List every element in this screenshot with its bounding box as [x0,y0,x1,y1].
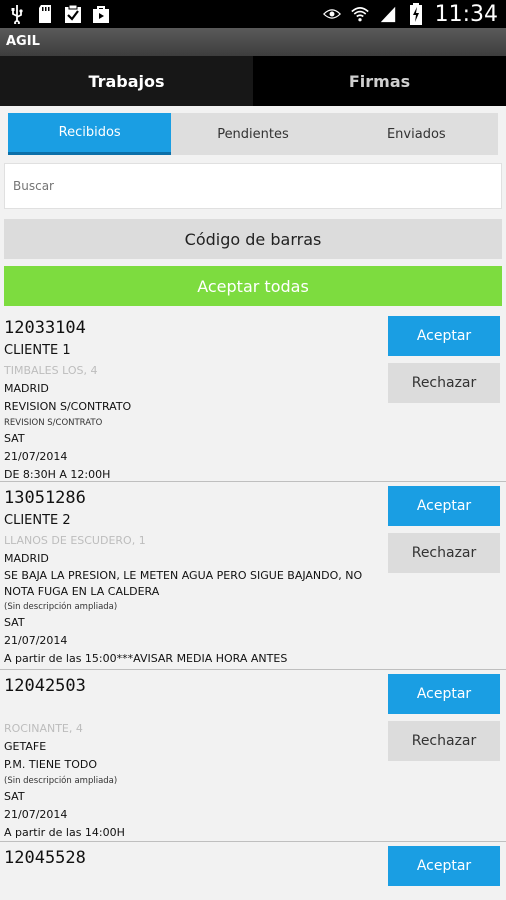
app-title: AGIL [6,34,40,49]
job-schedule: A partir de las 15:00***AVISAR MEDIA HOR… [4,652,288,665]
tab-firmas[interactable]: Firmas [253,56,506,106]
bag-icon [92,4,110,24]
list-item[interactable]: 13051286 CLIENTE 2 LLANOS DE ESCUDERO, 1… [0,482,506,670]
tab-trabajos[interactable]: Trabajos [0,56,253,106]
job-type: SAT [4,432,25,445]
job-date: 21/07/2014 [4,808,68,821]
job-date: 21/07/2014 [4,634,68,647]
signal-icon [379,4,397,24]
clock: 11:34 [434,1,498,27]
job-type: SAT [4,616,25,629]
job-extended-description: (Sin descripción ampliada) [4,776,118,786]
segment-control: Recibidos Pendientes Enviados [8,113,498,155]
job-description: SE BAJA LA PRESION, LE METEN AGUA PERO S… [4,569,363,598]
job-date: 21/07/2014 [4,450,68,463]
search-box [4,163,502,209]
job-extended-description: (Sin descripción ampliada) [4,602,118,612]
list-item[interactable]: 12042503 ROCINANTE, 4 GETAFE P.M. TIENE … [0,670,506,842]
accept-all-button[interactable]: Aceptar todas [4,266,502,306]
reject-button[interactable]: Rechazar [388,363,500,403]
accept-button[interactable]: Aceptar [388,486,500,526]
job-schedule: A partir de las 14:00H [4,826,125,839]
job-actions: Aceptar Rechazar [388,674,500,761]
reject-button[interactable]: Rechazar [388,721,500,761]
wifi-icon [350,4,369,24]
search-input[interactable] [13,164,493,208]
job-list: 12033104 CLIENTE 1 TIMBALES LOS, 4 MADRI… [0,312,506,900]
accept-button[interactable]: Aceptar [388,674,500,714]
segment-pendientes[interactable]: Pendientes [171,113,334,155]
eye-icon [322,4,341,24]
job-actions: Aceptar Rechazar [388,486,500,573]
sd-card-icon [36,4,54,24]
job-extended-description: REVISION S/CONTRATO [4,418,103,428]
accept-button[interactable]: Aceptar [388,316,500,356]
status-bar: 11:34 [0,0,506,28]
list-item[interactable]: 12033104 CLIENTE 1 TIMBALES LOS, 4 MADRI… [0,312,506,482]
reject-button[interactable]: Rechazar [388,533,500,573]
app-bar: AGIL [0,28,506,56]
accept-button[interactable]: Aceptar [388,846,500,886]
battery-charging-icon [407,3,425,25]
clipboard-check-icon [64,4,82,24]
job-actions: Aceptar Rechazar [388,316,500,403]
segment-enviados[interactable]: Enviados [335,113,498,155]
usb-icon [8,4,26,24]
segment-recibidos[interactable]: Recibidos [8,113,172,155]
job-type: SAT [4,790,25,803]
list-item[interactable]: 12045528 Aceptar [0,842,506,900]
barcode-button[interactable]: Código de barras [4,219,502,259]
job-actions: Aceptar [388,846,500,886]
main-tabs: Trabajos Firmas [0,56,506,106]
